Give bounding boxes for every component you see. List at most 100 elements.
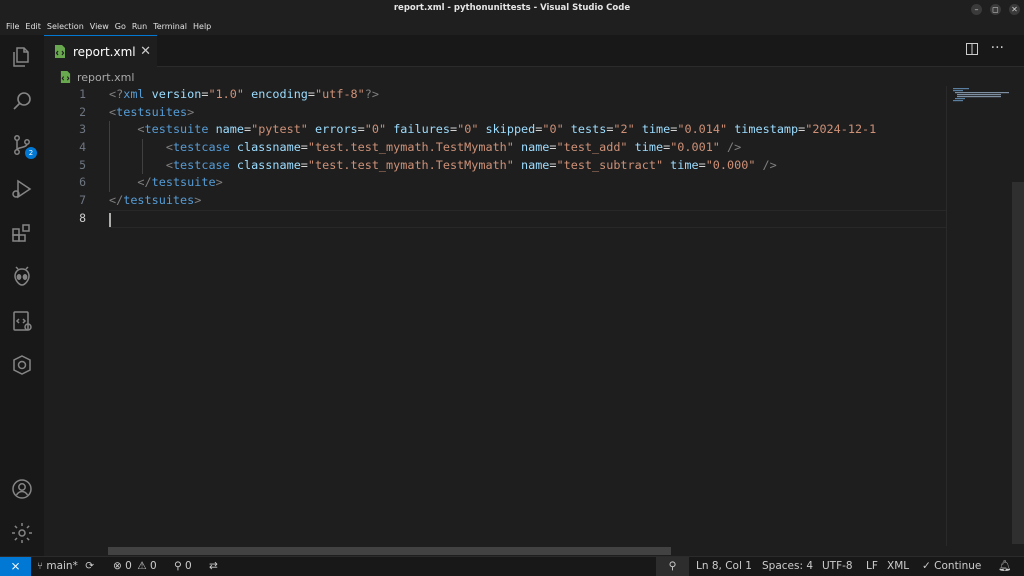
code-editor[interactable]: 12345678 <?xml version="1.0" encoding="u…: [44, 86, 946, 546]
editor-actions: ···: [965, 41, 1004, 59]
run-debug-icon[interactable]: [0, 167, 44, 211]
line-number: 3: [79, 122, 86, 137]
source-control-badge: 2: [25, 147, 37, 159]
maximize-button[interactable]: ◻: [990, 4, 1001, 15]
code-token: "test_add": [556, 140, 628, 155]
title-bar: report.xml - pythonunittests - Visual St…: [0, 0, 1024, 19]
menu-edit[interactable]: Edit: [22, 19, 44, 35]
encoding[interactable]: UTF-8: [822, 557, 853, 576]
testing-alien-icon[interactable]: [0, 255, 44, 299]
breadcrumb[interactable]: report.xml: [60, 69, 134, 85]
cursor-position[interactable]: Ln 8, Col 1: [696, 557, 752, 576]
error-count: 0: [125, 560, 132, 572]
branch-indicator[interactable]: ⑂ main* ⟳: [37, 557, 94, 576]
menu-run[interactable]: Run: [129, 19, 150, 35]
accounts-icon[interactable]: [0, 467, 44, 511]
tab-label: report.xml: [73, 44, 136, 59]
text-cursor: [109, 212, 111, 227]
code-token: <: [165, 140, 173, 155]
code-token: =: [300, 140, 308, 155]
code-token: errors: [315, 122, 358, 137]
explorer-icon[interactable]: [0, 35, 44, 79]
continue-indicator[interactable]: ✓ Continue: [922, 557, 981, 576]
kubernetes-icon[interactable]: [0, 343, 44, 387]
code-token: "test.test_mymath.TestMymath": [307, 157, 514, 172]
vertical-scrollbar-thumb[interactable]: [1012, 182, 1024, 544]
minimap[interactable]: [946, 86, 1012, 546]
code-token: <?: [109, 87, 124, 101]
menu-help[interactable]: Help: [190, 19, 214, 35]
code-token: testsuites: [123, 193, 195, 208]
more-actions-icon[interactable]: ···: [991, 41, 1004, 59]
menu-file[interactable]: File: [3, 19, 22, 35]
tab-close-icon[interactable]: ✕: [140, 44, 151, 59]
code-token: "0.000": [705, 157, 756, 172]
code-token: />: [727, 140, 742, 155]
split-editor-icon[interactable]: [965, 43, 978, 59]
code-line[interactable]: <?xml version="1.0" encoding="utf-8"?>: [109, 86, 946, 104]
code-token: "2024-12-1: [805, 122, 877, 137]
live-share-icon: ⇄: [209, 560, 218, 572]
code-area[interactable]: <?xml version="1.0" encoding="utf-8"?> <t…: [109, 86, 946, 228]
horizontal-scrollbar-thumb[interactable]: [108, 547, 671, 555]
close-window-button[interactable]: ✕: [1009, 4, 1020, 15]
ports-icon: ⚲: [174, 560, 182, 572]
zoom-indicator[interactable]: ⚲: [656, 557, 689, 576]
ports-indicator[interactable]: ⚲ 0: [174, 557, 192, 576]
language-mode[interactable]: XML: [887, 557, 909, 576]
code-token: time: [641, 122, 671, 137]
code-token: encoding: [251, 87, 308, 101]
line-number: 5: [79, 157, 86, 172]
tab-report-xml[interactable]: report.xml ✕: [44, 35, 157, 67]
code-token: "0.001": [670, 140, 720, 155]
code-line[interactable]: [109, 209, 946, 228]
breadcrumb-file[interactable]: report.xml: [77, 71, 134, 84]
code-line[interactable]: <testsuites>: [109, 104, 946, 122]
indentation[interactable]: Spaces: 4: [762, 557, 813, 576]
menu-bar: File Edit Selection View Go Run Terminal…: [0, 19, 1024, 35]
code-token: timestamp: [734, 122, 799, 137]
extensions-icon[interactable]: [0, 211, 44, 255]
code-token: =: [300, 157, 308, 172]
source-control-icon[interactable]: 2: [0, 123, 44, 167]
notifications-bell-icon[interactable]: 🔔︎: [998, 557, 1011, 576]
window-title: report.xml - pythonunittests - Visual St…: [393, 3, 631, 13]
search-icon[interactable]: [0, 79, 44, 123]
code-line[interactable]: </testsuites>: [109, 192, 946, 210]
problems-indicator[interactable]: ⊗ 0 ⚠ 0: [113, 557, 157, 576]
end-of-line[interactable]: LF: [866, 557, 878, 576]
settings-gear-icon[interactable]: [0, 511, 44, 555]
remote-icon: ⨯: [10, 559, 21, 573]
branch-name: main*: [46, 560, 78, 572]
horizontal-scrollbar[interactable]: [108, 546, 946, 556]
code-line[interactable]: <testcase classname="test.test_mymath.Te…: [109, 139, 946, 157]
code-token: />: [762, 157, 777, 172]
code-line[interactable]: <testcase classname="test.test_mymath.Te…: [109, 157, 946, 175]
remote-explorer-icon[interactable]: [0, 299, 44, 343]
code-line[interactable]: <testsuite name="pytest" errors="0" fail…: [109, 121, 946, 139]
menu-selection[interactable]: Selection: [44, 19, 87, 35]
remote-indicator[interactable]: ⨯: [0, 557, 31, 576]
tab-bar: report.xml ✕ ···: [44, 35, 1024, 67]
code-line[interactable]: </testsuite>: [109, 174, 946, 192]
code-token: </: [109, 193, 124, 208]
code-token: xml: [123, 87, 145, 101]
menu-view[interactable]: View: [87, 19, 112, 35]
vertical-scrollbar[interactable]: [1012, 86, 1024, 546]
minimize-button[interactable]: –: [971, 4, 982, 15]
indent-guide: [109, 121, 110, 193]
live-share-indicator[interactable]: ⇄: [209, 557, 218, 576]
line-number: 2: [79, 104, 86, 119]
sync-icon[interactable]: ⟳: [85, 560, 94, 572]
line-number: 8: [79, 210, 86, 225]
menu-go[interactable]: Go: [112, 19, 129, 35]
menu-terminal[interactable]: Terminal: [150, 19, 190, 35]
code-token: "0.014": [677, 122, 728, 137]
